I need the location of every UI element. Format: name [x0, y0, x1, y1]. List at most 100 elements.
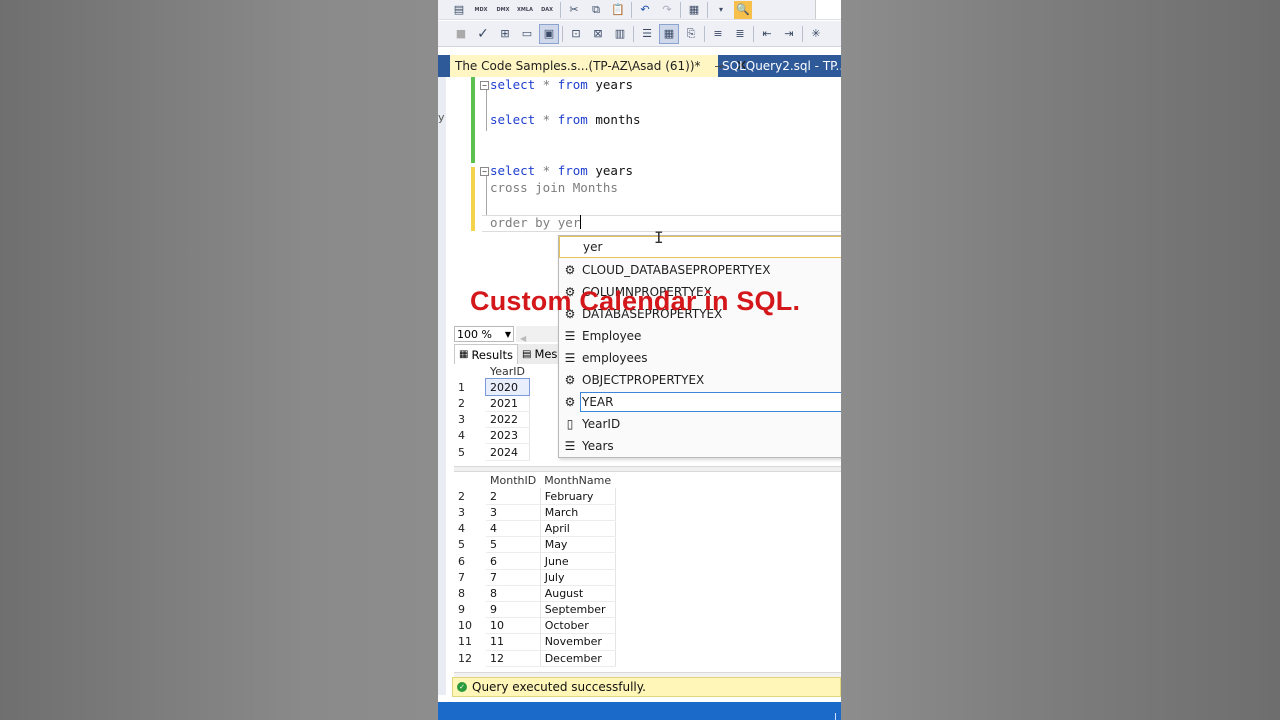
intellisense-item[interactable]: ⚙ OBJECTPROPERTYEX — [559, 369, 841, 391]
grid-cell[interactable]: 12 — [486, 650, 541, 667]
column-header[interactable]: YearID — [486, 363, 529, 379]
row-number[interactable]: 1 — [454, 379, 486, 395]
grid-cell[interactable]: September — [540, 601, 616, 619]
parse-check-icon[interactable]: ✓ — [474, 25, 492, 43]
results-to-text-icon[interactable]: ☰ — [638, 25, 656, 43]
query-options-icon[interactable]: ▭ — [518, 25, 536, 43]
paste-icon[interactable]: 📋 — [609, 1, 627, 19]
grid-cell[interactable]: 6 — [486, 552, 541, 570]
row-number[interactable]: 5 — [454, 537, 486, 553]
intellisense-filter[interactable]: yer — [559, 236, 841, 258]
grid-cell[interactable]: March — [540, 504, 616, 522]
row-number[interactable]: 10 — [454, 618, 486, 634]
row-number[interactable]: 6 — [454, 553, 486, 569]
tab-results[interactable]: ▦ Results — [454, 344, 518, 364]
document-tab-bar: The Code Samples.s...(TP-AZ\Asad (61))* … — [438, 55, 841, 77]
grid-cell[interactable]: 7 — [486, 569, 541, 586]
row-number[interactable]: 3 — [454, 412, 486, 428]
cut-icon[interactable]: ✂ — [565, 1, 583, 19]
grid-cell[interactable]: 8 — [486, 585, 541, 603]
outline-line — [486, 89, 487, 131]
grid-cell[interactable]: August — [540, 585, 616, 603]
copy-icon[interactable]: ⧉ — [587, 1, 605, 19]
identifier: years — [587, 163, 633, 178]
row-header — [454, 363, 486, 379]
stop-icon[interactable]: ■ — [452, 25, 470, 43]
row-number[interactable]: 2 — [454, 395, 486, 411]
dmx-query-icon[interactable]: DMX — [494, 1, 512, 19]
grid-cell[interactable]: May — [540, 536, 616, 554]
undo-icon[interactable]: ↶ — [636, 1, 654, 19]
activity-monitor-icon[interactable]: ▦ — [685, 1, 703, 19]
tab-code-samples[interactable]: The Code Samples.s...(TP-AZ\Asad (61))* … — [450, 55, 747, 77]
grid-cell[interactable]: November — [540, 633, 616, 651]
scroll-left-icon[interactable]: ◀ — [520, 334, 526, 343]
xmla-query-icon[interactable]: XMLA — [516, 1, 534, 19]
row-number[interactable]: 9 — [454, 602, 486, 618]
intellisense-item[interactable]: ▯ YearID — [559, 413, 841, 435]
row-number[interactable]: 8 — [454, 585, 486, 601]
column-header[interactable]: MonthName — [540, 472, 615, 488]
grid-cell[interactable]: 2023 — [486, 427, 530, 445]
grid-cell[interactable]: October — [540, 617, 616, 635]
grid-cell[interactable]: 3 — [486, 504, 541, 522]
include-plan-icon[interactable]: ⊡ — [567, 25, 585, 43]
intellisense-item[interactable]: ☰ Years — [559, 435, 841, 457]
tab-sqlquery2[interactable]: SQLQuery2.sql - TP...s — [722, 55, 841, 77]
grid-cell[interactable]: December — [540, 650, 616, 667]
keyword-select: select — [490, 112, 536, 127]
row-number[interactable]: 12 — [454, 650, 486, 666]
live-stats-icon[interactable]: ⊠ — [589, 25, 607, 43]
intellisense-item-selected[interactable]: ⚙ YEAR — [559, 391, 841, 413]
collapse-icon[interactable]: − — [480, 81, 489, 90]
intellisense-item[interactable]: ☰ employees — [559, 347, 841, 369]
toolbar-search-box[interactable] — [815, 0, 841, 19]
client-stats-icon[interactable]: ▥ — [611, 25, 629, 43]
specify-values-icon[interactable]: ✳ — [807, 25, 825, 43]
results-grid-icon[interactable]: ▦ — [659, 23, 679, 44]
grid-cell[interactable]: 2021 — [486, 395, 530, 413]
grid-cell[interactable]: June — [540, 552, 616, 570]
results-to-grid-icon[interactable]: ▣ — [539, 23, 559, 44]
decrease-indent-icon[interactable]: ⇤ — [758, 25, 776, 43]
grid-cell[interactable]: 11 — [486, 633, 541, 651]
grid-cell[interactable]: 5 — [486, 536, 541, 554]
tab-sqlquery2-label: SQLQuery2.sql - TP...s — [722, 59, 841, 73]
collapse-icon[interactable]: − — [480, 167, 489, 176]
intellisense-item[interactable]: ⚙ CLOUD_DATABASEPROPERTYEX — [559, 259, 841, 281]
row-number[interactable]: 4 — [454, 521, 486, 537]
display-plan-icon[interactable]: ⊞ — [496, 25, 514, 43]
comment-icon[interactable]: ≡ — [709, 25, 727, 43]
grid-cell[interactable]: 2024 — [486, 443, 530, 461]
row-number[interactable]: 11 — [454, 634, 486, 650]
row-number[interactable]: 7 — [454, 569, 486, 585]
grid-cell[interactable]: 9 — [486, 601, 541, 619]
grid-cell[interactable]: 2 — [486, 488, 541, 505]
grid-cell[interactable]: February — [540, 488, 616, 505]
intellisense-item[interactable]: ☰ Employee — [559, 325, 841, 347]
row-number[interactable]: 3 — [454, 504, 486, 520]
zoom-select[interactable]: 100 % ▼ — [454, 326, 514, 342]
grid-cell[interactable]: July — [540, 569, 616, 586]
dax-query-icon[interactable]: DAX — [538, 1, 556, 19]
increase-indent-icon[interactable]: ⇥ — [780, 25, 798, 43]
object-explorer-icon[interactable]: 🔍 — [734, 0, 752, 19]
grid-cell[interactable]: 10 — [486, 617, 541, 635]
row-number[interactable]: 5 — [454, 444, 486, 460]
grid-cell[interactable]: 2022 — [486, 411, 530, 429]
new-file-icon[interactable]: ▤ — [450, 1, 468, 19]
function-icon: ⚙ — [564, 373, 576, 387]
row-number[interactable]: 2 — [454, 488, 486, 504]
uncomment-icon[interactable]: ≣ — [731, 25, 749, 43]
dropdown-arrow-icon[interactable]: ▾ — [712, 1, 730, 19]
grid-cell[interactable]: 2020 — [484, 378, 531, 397]
grid-cell[interactable]: April — [540, 520, 616, 538]
toolbar-separator — [680, 1, 681, 18]
results-to-file-icon[interactable]: ⎘ — [682, 25, 700, 43]
redo-icon[interactable]: ↷ — [658, 1, 676, 19]
row-number[interactable]: 4 — [454, 428, 486, 444]
video-caption: Custom Calendar in SQL. — [470, 286, 801, 316]
column-header[interactable]: MonthID — [486, 472, 540, 488]
mdx-query-icon[interactable]: MDX — [472, 1, 490, 19]
grid-cell[interactable]: 4 — [486, 520, 541, 538]
